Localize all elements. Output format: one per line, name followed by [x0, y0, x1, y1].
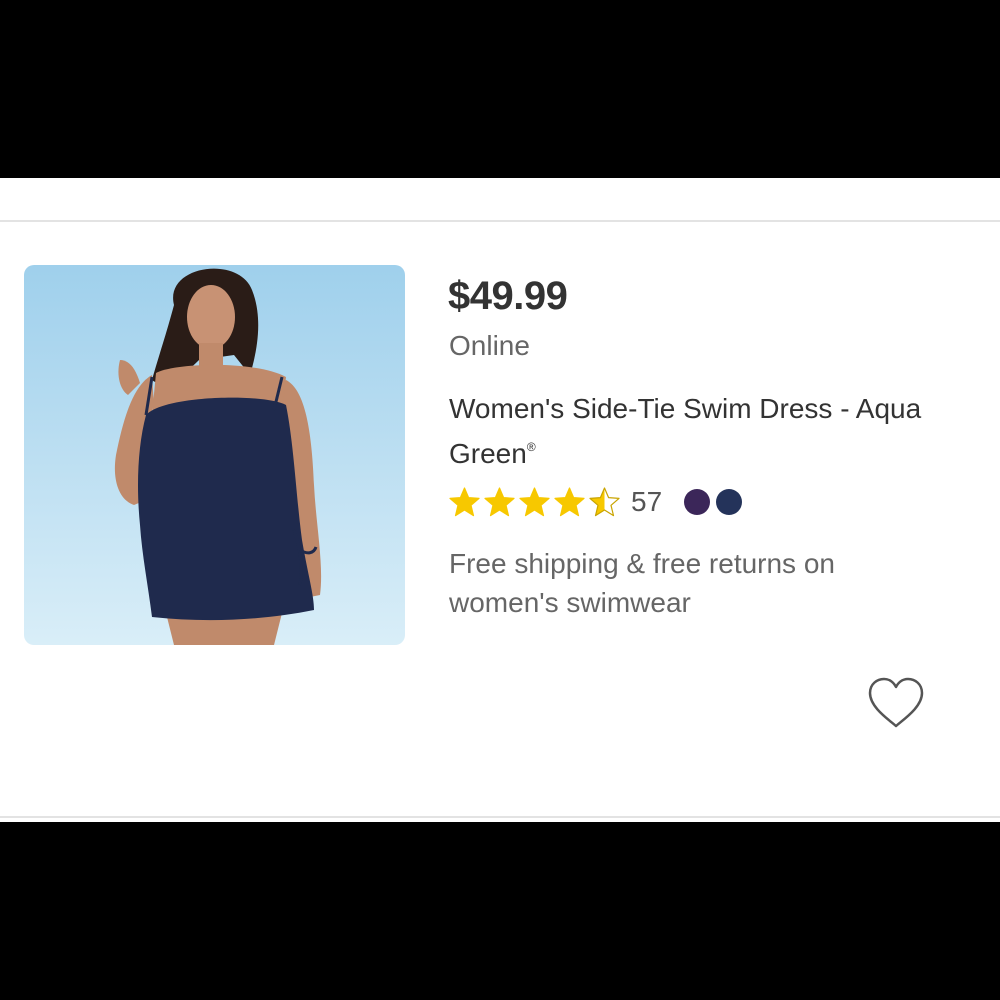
trademark-symbol: ® [526, 440, 536, 454]
rating-row[interactable]: 57 [448, 484, 743, 520]
purple-swatch[interactable] [684, 489, 711, 515]
star-full-icon [554, 486, 585, 516]
star-full-icon [449, 486, 480, 516]
star-full-icon [484, 486, 515, 516]
availability-label: Online [449, 330, 530, 361]
heart-outline-icon[interactable] [866, 676, 926, 730]
product-image[interactable] [24, 265, 405, 645]
price: $49.99 [448, 274, 568, 318]
star-half-icon [589, 486, 620, 516]
star-rating [448, 486, 621, 519]
product-card[interactable]: $49.99 Online Women's Side-Tie Swim Dres… [0, 178, 1000, 822]
star-full-icon [519, 486, 550, 516]
letterbox-bottom [0, 822, 1000, 1000]
review-count[interactable]: 57 [631, 486, 662, 518]
letterbox-top [0, 0, 1000, 178]
navy-swatch[interactable] [716, 489, 743, 515]
color-swatches [684, 489, 743, 515]
product-photo-swim-dress [114, 268, 322, 645]
shipping-note: Free shipping & free returns on women's … [449, 548, 835, 618]
divider [0, 220, 1000, 222]
product-title-text[interactable]: Women's Side-Tie Swim Dress - Aqua Green [449, 393, 921, 469]
product-title[interactable]: Women's Side-Tie Swim Dress - Aqua Green… [449, 390, 949, 473]
divider [0, 816, 1000, 818]
